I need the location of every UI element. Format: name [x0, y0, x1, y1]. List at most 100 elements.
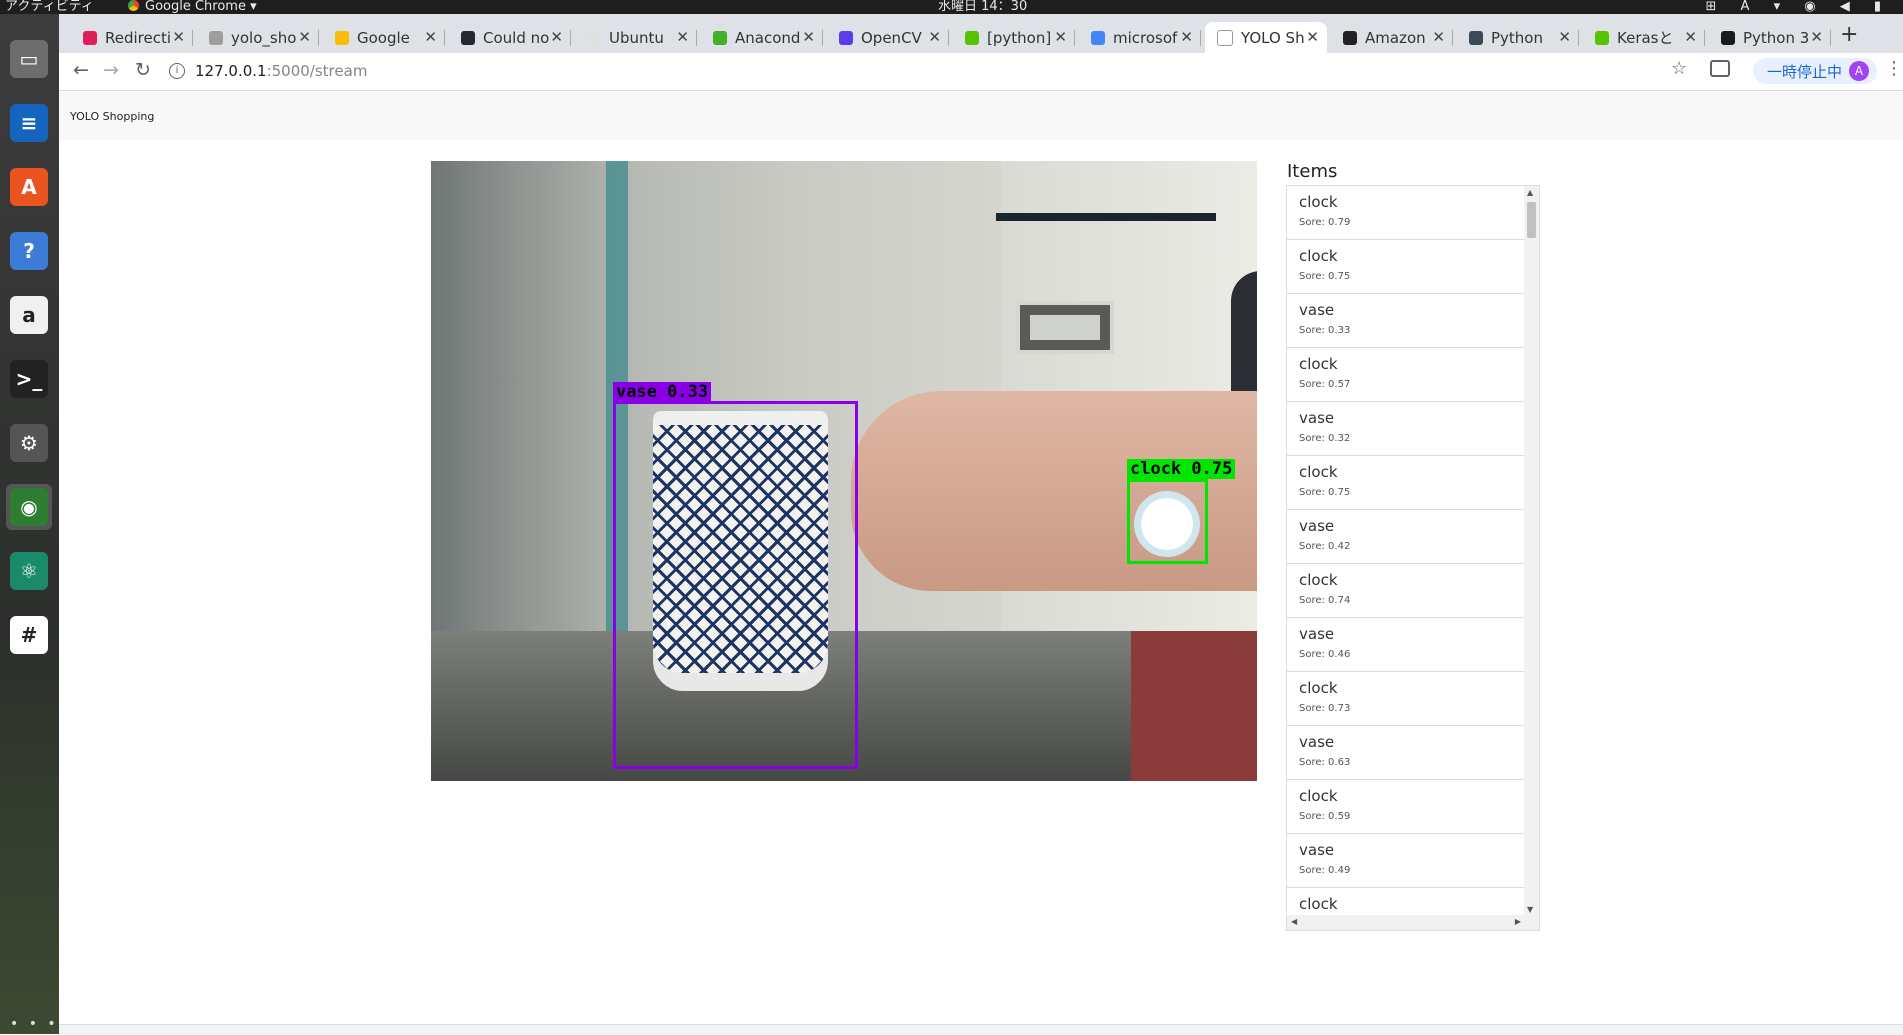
scroll-up-icon[interactable]: ▲: [1527, 188, 1533, 197]
browser-tab[interactable]: Could no ✕: [449, 22, 571, 53]
item-score: Sore: 0.73: [1299, 703, 1351, 714]
browser-tab[interactable]: yolo_sho ✕: [197, 22, 319, 53]
browser-tab[interactable]: [python] ✕: [953, 22, 1075, 53]
scene-wall-sign: [1016, 301, 1114, 354]
extension-icon[interactable]: [1710, 60, 1730, 77]
forward-icon[interactable]: →: [103, 59, 119, 81]
tab-title: YOLO Sh: [1241, 28, 1305, 47]
tab-title: Anacond: [735, 28, 801, 47]
tab-favicon-icon: [839, 30, 853, 45]
tab-close-icon[interactable]: ✕: [298, 28, 311, 46]
site-info-icon[interactable]: i: [169, 63, 185, 79]
show-applications-button[interactable]: • • •: [10, 1016, 59, 1032]
browser-tab[interactable]: Amazon ✕: [1331, 22, 1453, 53]
tab-close-icon[interactable]: ✕: [424, 28, 437, 46]
address-bar[interactable]: i 127.0.0.1:5000/stream: [169, 56, 1729, 86]
page-content: YOLO Shopping vase 0.33 clock 0.75 Items…: [59, 91, 1903, 1034]
tab-separator: [696, 30, 697, 46]
tab-favicon-icon: [1091, 30, 1105, 45]
chrome-icon[interactable]: ◉: [6, 484, 52, 530]
items-list[interactable]: clock Sore: 0.79 clock Sore: 0.75 vase Sore: …: [1286, 185, 1540, 931]
tab-title: Could no: [483, 28, 550, 47]
list-item[interactable]: clock Sore: 0.79: [1287, 186, 1525, 240]
browser-tab[interactable]: Ubuntu ✕: [575, 22, 697, 53]
browser-tab[interactable]: OpenCV ✕: [827, 22, 949, 53]
tab-close-icon[interactable]: ✕: [1306, 28, 1319, 46]
brand-link[interactable]: YOLO Shopping: [70, 110, 154, 123]
help-icon[interactable]: ?: [6, 228, 52, 274]
list-item[interactable]: clock Sore: 0.75: [1287, 240, 1525, 294]
terminal-icon[interactable]: >_: [6, 356, 52, 402]
list-item[interactable]: vase Sore: 0.49: [1287, 834, 1525, 888]
back-icon[interactable]: ←: [73, 59, 89, 81]
reload-icon[interactable]: ↻: [135, 59, 151, 81]
amazon-icon-glyph: a: [10, 296, 48, 334]
app-menu-label: Google Chrome ▾: [145, 0, 257, 14]
tab-close-icon[interactable]: ✕: [1684, 28, 1697, 46]
app-menu[interactable]: Google Chrome ▾: [128, 0, 257, 14]
list-item[interactable]: vase Sore: 0.32: [1287, 402, 1525, 456]
new-tab-button[interactable]: +: [1840, 22, 1858, 47]
software-center-icon[interactable]: A: [6, 164, 52, 210]
tab-separator: [1074, 30, 1075, 46]
tab-close-icon[interactable]: ✕: [802, 28, 815, 46]
system-tray[interactable]: ⊞ A ▾ ◉ ◀ ▮: [1706, 0, 1891, 14]
browser-tab[interactable]: Google ✕: [323, 22, 445, 53]
files-icon[interactable]: ▭: [6, 36, 52, 82]
list-item[interactable]: clock Sore: 0.57: [1287, 348, 1525, 402]
tab-close-icon[interactable]: ✕: [928, 28, 941, 46]
sync-paused-button[interactable]: 一時停止中 A: [1753, 58, 1877, 84]
bookmark-star-icon[interactable]: ☆: [1671, 58, 1687, 79]
tab-favicon-icon: [965, 30, 979, 45]
browser-toolbar: ← → ↻ i 127.0.0.1:5000/stream ☆ 一時停止中 A …: [59, 53, 1903, 91]
tab-close-icon[interactable]: ✕: [1558, 28, 1571, 46]
browser-tab[interactable]: microsof ✕: [1079, 22, 1201, 53]
scroll-right-icon[interactable]: ▶: [1515, 917, 1521, 926]
browser-tab[interactable]: Anacond ✕: [701, 22, 823, 53]
tab-separator: [1200, 30, 1201, 46]
item-name: clock: [1299, 355, 1338, 373]
tab-close-icon[interactable]: ✕: [1810, 28, 1823, 46]
list-item[interactable]: clock Sore: 0.74: [1287, 564, 1525, 618]
items-vertical-scrollbar[interactable]: ▲ ▼: [1524, 186, 1539, 916]
tab-title: [python]: [987, 28, 1052, 47]
list-item[interactable]: vase Sore: 0.33: [1287, 294, 1525, 348]
scroll-left-icon[interactable]: ◀: [1291, 917, 1297, 926]
list-item[interactable]: clock Sore: 0.59: [1287, 780, 1525, 834]
tab-favicon-icon: [1217, 29, 1233, 46]
tab-separator: [570, 30, 571, 46]
writer-icon[interactable]: ≡: [6, 100, 52, 146]
browser-tab[interactable]: Python ✕: [1457, 22, 1579, 53]
scroll-thumb[interactable]: [1527, 202, 1536, 238]
settings-icon[interactable]: ⚙: [6, 420, 52, 466]
browser-tab[interactable]: Kerasと ✕: [1583, 22, 1705, 53]
tab-favicon-icon: [713, 30, 727, 45]
atom-icon[interactable]: ⚛: [6, 548, 52, 594]
terminal-icon-glyph: >_: [10, 360, 48, 398]
activities-button[interactable]: アクティビティ: [5, 0, 94, 14]
tab-close-icon[interactable]: ✕: [1432, 28, 1445, 46]
tab-favicon-icon: [1721, 30, 1735, 45]
tab-close-icon[interactable]: ✕: [1054, 28, 1067, 46]
amazon-icon[interactable]: a: [6, 292, 52, 338]
tab-close-icon[interactable]: ✕: [172, 28, 185, 46]
tab-title: Redirecti: [105, 28, 172, 47]
browser-tab[interactable]: YOLO Sh ✕: [1205, 22, 1327, 53]
tab-close-icon[interactable]: ✕: [1180, 28, 1193, 46]
menu-kebab-icon[interactable]: ⋮: [1885, 58, 1903, 79]
os-top-panel: アクティビティ Google Chrome ▾ 水曜日 14：30 ⊞ A ▾ …: [0, 0, 1903, 14]
tab-close-icon[interactable]: ✕: [550, 28, 563, 46]
list-item[interactable]: vase Sore: 0.63: [1287, 726, 1525, 780]
clock[interactable]: 水曜日 14：30: [938, 0, 1027, 14]
tab-close-icon[interactable]: ✕: [676, 28, 689, 46]
browser-tab[interactable]: Python 3 ✕: [1709, 22, 1831, 53]
list-item[interactable]: vase Sore: 0.42: [1287, 510, 1525, 564]
tab-favicon-icon: [335, 30, 349, 45]
slack-icon[interactable]: #: [6, 612, 52, 658]
list-item[interactable]: vase Sore: 0.46: [1287, 618, 1525, 672]
items-horizontal-scrollbar[interactable]: ◀ ▶: [1287, 915, 1539, 930]
browser-tab[interactable]: Redirecti ✕: [71, 22, 193, 53]
list-item[interactable]: clock Sore: 0.75: [1287, 456, 1525, 510]
list-item[interactable]: clock Sore: 0.73: [1287, 672, 1525, 726]
scroll-down-icon[interactable]: ▼: [1527, 905, 1533, 914]
